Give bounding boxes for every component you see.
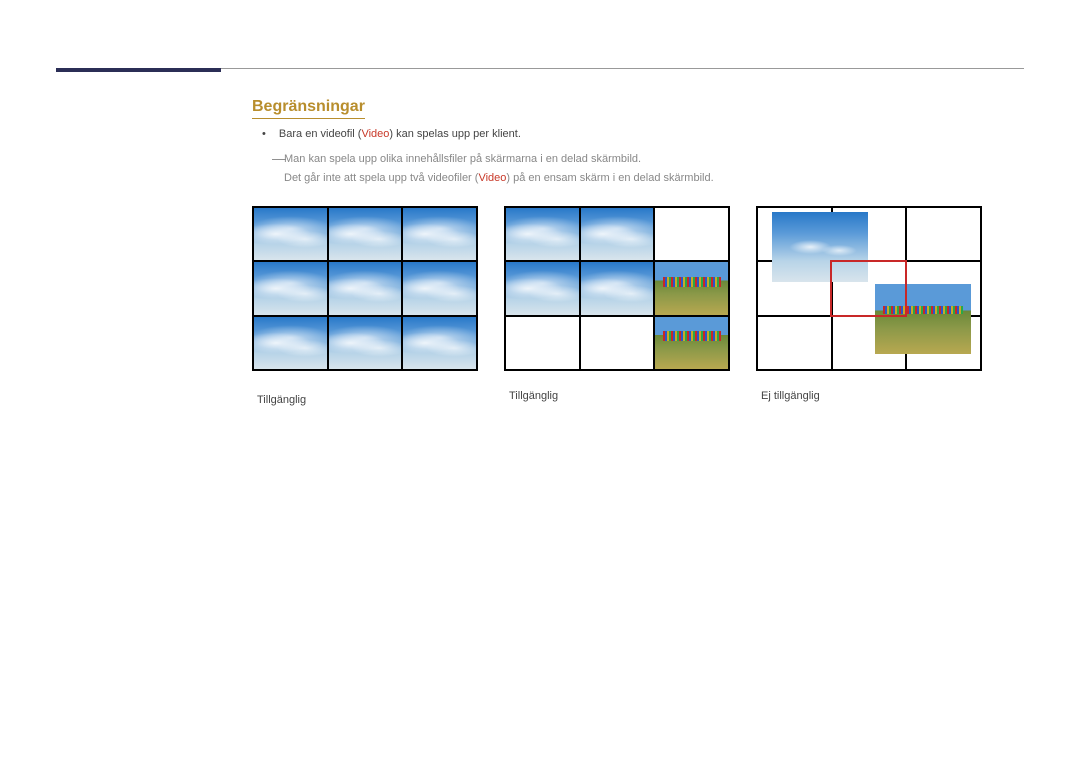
grid-cell xyxy=(580,207,655,261)
grid-cell xyxy=(505,207,580,261)
grid-cell xyxy=(402,261,477,315)
grid-cell xyxy=(253,261,328,315)
figure-1: Tillgänglig xyxy=(252,206,478,406)
grid-cell xyxy=(402,207,477,261)
grid-cell xyxy=(654,261,729,315)
sub-note-post: ) på en ensam skärm i en delad skärmbild… xyxy=(506,172,713,184)
grid-3x3-conflict xyxy=(756,206,982,371)
sub-note: Man kan spela upp olika innehållsfiler p… xyxy=(284,150,714,187)
grid-cell xyxy=(757,316,832,370)
grid-cell xyxy=(402,316,477,370)
figure-caption: Tillgänglig xyxy=(257,394,478,406)
conflict-highlight-box xyxy=(830,260,907,317)
bullet-highlight: Video xyxy=(361,128,389,140)
grid-cell xyxy=(654,316,729,370)
grid-cell xyxy=(328,261,403,315)
grid-cell xyxy=(505,316,580,370)
grid-cell xyxy=(654,207,729,261)
bullet-item: Bara en videofil (Video) kan spelas upp … xyxy=(262,128,714,140)
grid-3x3-full-sky xyxy=(252,206,478,371)
sub-note-line: Man kan spela upp olika innehållsfiler p… xyxy=(284,150,714,169)
sub-note-pre: Det går inte att spela upp två videofile… xyxy=(284,172,478,184)
grid-cell xyxy=(328,316,403,370)
grid-cell xyxy=(328,207,403,261)
grid-cell xyxy=(580,261,655,315)
figure-2: Tillgänglig xyxy=(504,206,730,406)
figure-caption: Ej tillgänglig xyxy=(761,390,982,402)
limitations-list: Bara en videofil (Video) kan spelas upp … xyxy=(262,128,714,187)
figure-row: Tillgänglig Tillgänglig xyxy=(252,206,982,406)
grid-cell xyxy=(253,316,328,370)
grid-3x3-mixed xyxy=(504,206,730,371)
figure-3: Ej tillgänglig xyxy=(756,206,982,406)
bullet-text-pre: Bara en videofil ( xyxy=(279,128,362,140)
sub-note-line: Det går inte att spela upp två videofile… xyxy=(284,169,714,188)
figure-caption: Tillgänglig xyxy=(509,390,730,402)
header-accent-bar xyxy=(56,68,221,72)
grid-cell xyxy=(906,207,981,261)
grid-cell xyxy=(253,207,328,261)
sub-note-highlight: Video xyxy=(478,172,506,184)
section-heading: Begränsningar xyxy=(252,98,365,119)
grid-cell xyxy=(505,261,580,315)
grid-cell xyxy=(580,316,655,370)
bullet-text-post: ) kan spelas upp per klient. xyxy=(389,128,520,140)
